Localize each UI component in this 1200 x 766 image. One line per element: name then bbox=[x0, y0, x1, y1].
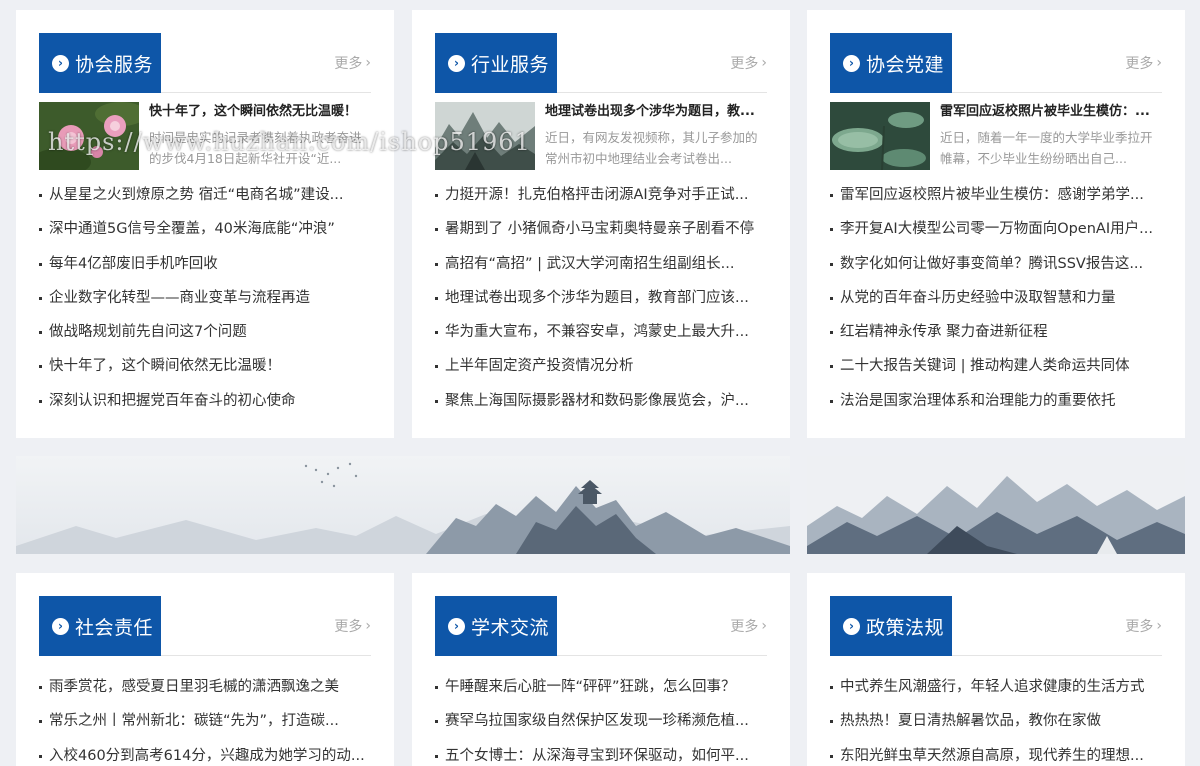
list-item[interactable]: 热热热！夏日清热解暑饮品，教你在家做 bbox=[830, 704, 1162, 738]
list-item[interactable]: 数字化如何让做好事变简单？腾讯SSV报告这... bbox=[830, 247, 1162, 281]
featured-thumbnail[interactable] bbox=[435, 102, 535, 170]
panel-header: › 政策法规 更多 › bbox=[830, 596, 1162, 656]
chevron-right-icon: › bbox=[365, 618, 371, 634]
panel-association-party: › 协会党建 更多 › 雷军回应返校照片被毕业生模仿：... 近日，随着一年一度的… bbox=[807, 10, 1185, 438]
chevron-right-icon: › bbox=[761, 618, 767, 634]
panel-header: › 协会党建 更多 › bbox=[830, 33, 1162, 93]
article-list: 中式养生风潮盛行，年轻人追求健康的生活方式 热热热！夏日清热解暑饮品，教你在家做… bbox=[830, 670, 1162, 766]
chevron-right-icon: › bbox=[761, 55, 767, 71]
panel-academic-exchange: › 学术交流 更多 › 午睡醒来后心脏一阵“砰砰”狂跳，怎么回事？ 赛罕乌拉国家级… bbox=[412, 573, 790, 766]
list-item[interactable]: 上半年固定资产投资情况分析 bbox=[435, 349, 767, 383]
list-item[interactable]: 暑期到了 小猪佩奇小马宝莉奥特曼亲子剧看不停 bbox=[435, 212, 767, 246]
featured-thumbnail[interactable] bbox=[39, 102, 139, 170]
panel-industry-services: › 行业服务 更多 › 地理试卷出现多个涉华为题目，教... 近日，有网友发视频称… bbox=[412, 10, 790, 438]
more-link[interactable]: 更多 › bbox=[334, 53, 371, 73]
featured-title[interactable]: 快十年了，这个瞬间依然无比温暖！ bbox=[149, 103, 371, 121]
list-item[interactable]: 李开复AI大模型公司零一万物面向OpenAI用户... bbox=[830, 212, 1162, 246]
chevron-circle-icon: › bbox=[52, 54, 69, 72]
panel-association-services: › 协会服务 更多 › 快十年了，这个瞬间依然无比温暖！ 时间是忠实的记录者镌刻着… bbox=[16, 10, 394, 438]
chevron-right-icon: › bbox=[365, 55, 371, 71]
list-item[interactable]: 从星星之火到燎原之势 宿迁“电商名城”建设... bbox=[39, 178, 371, 212]
chevron-circle-icon: › bbox=[52, 617, 69, 635]
chevron-right-icon: › bbox=[1156, 55, 1162, 71]
chevron-right-icon: › bbox=[1156, 618, 1162, 634]
list-item[interactable]: 从党的百年奋斗历史经验中汲取智慧和力量 bbox=[830, 281, 1162, 315]
list-item[interactable]: 雨季赏花，感受夏日里羽毛槭的潇洒飘逸之美 bbox=[39, 670, 371, 704]
article-list: 午睡醒来后心脏一阵“砰砰”狂跳，怎么回事？ 赛罕乌拉国家级自然保护区发现一珍稀濒… bbox=[435, 670, 767, 766]
panel-title: 政策法规 bbox=[866, 616, 945, 639]
panel-tab[interactable]: › 社会责任 bbox=[39, 596, 161, 656]
more-link[interactable]: 更多 › bbox=[730, 616, 767, 636]
list-item[interactable]: 中式养生风潮盛行，年轻人追求健康的生活方式 bbox=[830, 670, 1162, 704]
list-item[interactable]: 华为重大宣布，不兼容安卓，鸿蒙史上最大升... bbox=[435, 315, 767, 349]
panel-title: 协会党建 bbox=[866, 53, 945, 76]
featured-title[interactable]: 地理试卷出现多个涉华为题目，教... bbox=[545, 103, 767, 121]
list-item[interactable]: 法治是国家治理体系和治理能力的重要依托 bbox=[830, 384, 1162, 418]
panel-header: › 社会责任 更多 › bbox=[39, 596, 371, 656]
list-item[interactable]: 五个女博士：从深海寻宝到环保驱动，如何平... bbox=[435, 739, 767, 766]
list-item[interactable]: 红岩精神永传承 聚力奋进新征程 bbox=[830, 315, 1162, 349]
panel-tab[interactable]: › 政策法规 bbox=[830, 596, 952, 656]
list-item[interactable]: 深中通道5G信号全覆盖，40米海底能“冲浪” bbox=[39, 212, 371, 246]
landscape-banner-wide[interactable] bbox=[16, 456, 790, 554]
panel-header: › 学术交流 更多 › bbox=[435, 596, 767, 656]
list-item[interactable]: 高招有“高招” | 武汉大学河南招生组副组长... bbox=[435, 247, 767, 281]
featured-article[interactable]: 地理试卷出现多个涉华为题目，教... 近日，有网友发视频称，其儿子参加的常州市初… bbox=[435, 102, 767, 170]
more-link[interactable]: 更多 › bbox=[334, 616, 371, 636]
featured-article[interactable]: 快十年了，这个瞬间依然无比温暖！ 时间是忠实的记录者镌刻着执政者奋进的步伐4月1… bbox=[39, 102, 371, 170]
featured-thumbnail[interactable] bbox=[830, 102, 930, 170]
more-link[interactable]: 更多 › bbox=[1125, 53, 1162, 73]
list-item[interactable]: 东阳光鲜虫草天然源自高原，现代养生的理想... bbox=[830, 739, 1162, 766]
chevron-circle-icon: › bbox=[448, 54, 465, 72]
list-item[interactable]: 力挺开源！扎克伯格抨击闭源AI竞争对手正试... bbox=[435, 178, 767, 212]
panel-policy-regulations: › 政策法规 更多 › 中式养生风潮盛行，年轻人追求健康的生活方式 热热热！夏日清… bbox=[807, 573, 1185, 766]
more-link[interactable]: 更多 › bbox=[1125, 616, 1162, 636]
article-list: 从星星之火到燎原之势 宿迁“电商名城”建设... 深中通道5G信号全覆盖，40米… bbox=[39, 178, 371, 418]
panel-header: › 行业服务 更多 › bbox=[435, 33, 767, 93]
list-item[interactable]: 常乐之州丨常州新北：碳链“先为”，打造碳... bbox=[39, 704, 371, 738]
list-item[interactable]: 聚焦上海国际摄影器材和数码影像展览会，沪... bbox=[435, 384, 767, 418]
more-link[interactable]: 更多 › bbox=[730, 53, 767, 73]
panel-tab[interactable]: › 协会服务 bbox=[39, 33, 161, 93]
panel-title: 协会服务 bbox=[75, 53, 154, 76]
chevron-circle-icon: › bbox=[843, 54, 860, 72]
list-item[interactable]: 深刻认识和把握党百年奋斗的初心使命 bbox=[39, 384, 371, 418]
panel-header: › 协会服务 更多 › bbox=[39, 33, 371, 93]
chevron-circle-icon: › bbox=[448, 617, 465, 635]
panel-title: 社会责任 bbox=[75, 616, 154, 639]
article-list: 雨季赏花，感受夏日里羽毛槭的潇洒飘逸之美 常乐之州丨常州新北：碳链“先为”，打造… bbox=[39, 670, 371, 766]
featured-description: 近日，有网友发视频称，其儿子参加的常州市初中地理结业会考试卷出... bbox=[545, 130, 758, 166]
featured-article[interactable]: 雷军回应返校照片被毕业生模仿：... 近日，随着一年一度的大学毕业季拉开帷幕，不… bbox=[830, 102, 1162, 170]
list-item[interactable]: 入校460分到高考614分，兴趣成为她学习的动... bbox=[39, 739, 371, 766]
featured-description: 近日，随着一年一度的大学毕业季拉开帷幕，不少毕业生纷纷晒出自己... bbox=[940, 130, 1153, 166]
panel-tab[interactable]: › 行业服务 bbox=[435, 33, 557, 93]
list-item[interactable]: 企业数字化转型——商业变革与流程再造 bbox=[39, 281, 371, 315]
panel-title: 行业服务 bbox=[471, 53, 550, 76]
panel-tab[interactable]: › 学术交流 bbox=[435, 596, 557, 656]
list-item[interactable]: 地理试卷出现多个涉华为题目，教育部门应该... bbox=[435, 281, 767, 315]
chevron-circle-icon: › bbox=[843, 617, 860, 635]
list-item[interactable]: 二十大报告关键词 | 推动构建人类命运共同体 bbox=[830, 349, 1162, 383]
article-list: 雷军回应返校照片被毕业生模仿：感谢学弟学... 李开复AI大模型公司零一万物面向… bbox=[830, 178, 1162, 418]
panel-social-responsibility: › 社会责任 更多 › 雨季赏花，感受夏日里羽毛槭的潇洒飘逸之美 常乐之州丨常州新… bbox=[16, 573, 394, 766]
list-item[interactable]: 做战略规划前先自问这7个问题 bbox=[39, 315, 371, 349]
featured-description: 时间是忠实的记录者镌刻着执政者奋进的步伐4月18日起新华社开设“近... bbox=[149, 130, 362, 166]
list-item[interactable]: 雷军回应返校照片被毕业生模仿：感谢学弟学... bbox=[830, 178, 1162, 212]
list-item[interactable]: 赛罕乌拉国家级自然保护区发现一珍稀濒危植... bbox=[435, 704, 767, 738]
panel-tab[interactable]: › 协会党建 bbox=[830, 33, 952, 93]
panel-title: 学术交流 bbox=[471, 616, 550, 639]
list-item[interactable]: 快十年了，这个瞬间依然无比温暖！ bbox=[39, 349, 371, 383]
list-item[interactable]: 午睡醒来后心脏一阵“砰砰”狂跳，怎么回事？ bbox=[435, 670, 767, 704]
article-list: 力挺开源！扎克伯格抨击闭源AI竞争对手正试... 暑期到了 小猪佩奇小马宝莉奥特… bbox=[435, 178, 767, 418]
list-item[interactable]: 每年4亿部废旧手机咋回收 bbox=[39, 247, 371, 281]
featured-title[interactable]: 雷军回应返校照片被毕业生模仿：... bbox=[940, 103, 1162, 121]
landscape-banner-narrow[interactable] bbox=[807, 456, 1185, 554]
